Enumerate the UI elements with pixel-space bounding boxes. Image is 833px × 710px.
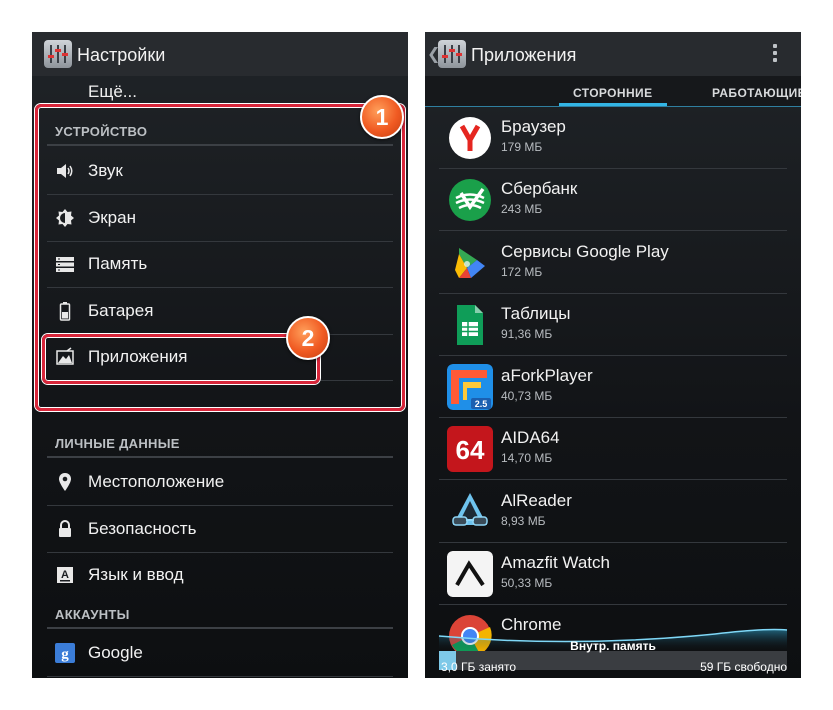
settings-item-label: Местоположение <box>88 472 225 491</box>
app-size: 50,33 МБ <box>501 576 553 590</box>
section-divider <box>47 627 393 629</box>
svg-text:g: g <box>61 647 69 663</box>
apps-action-bar: ❮ Приложения <box>425 32 801 76</box>
more-settings-item[interactable]: Ещё... <box>88 82 137 102</box>
settings-title: Настройки <box>77 45 166 65</box>
highlight-apps-item <box>42 334 320 384</box>
app-row-aforkplayer[interactable]: 2.5 aForkPlayer 40,73 МБ <box>439 356 787 418</box>
yandex-browser-icon <box>449 117 491 159</box>
callout-1: 1 <box>360 95 404 139</box>
app-name: Сбербанк <box>501 179 578 198</box>
storage-title: Внутр. память <box>570 639 656 653</box>
section-header-accounts: АККАУНТЫ <box>55 607 130 622</box>
svg-text:2.5: 2.5 <box>475 399 488 409</box>
apps-title: Приложения <box>471 45 577 65</box>
app-name: Браузер <box>501 117 566 136</box>
app-size: 172 МБ <box>501 265 543 279</box>
svg-text:A: A <box>61 569 69 581</box>
sberbank-icon <box>449 179 491 221</box>
app-name: AIDA64 <box>501 428 560 447</box>
app-row-sheets[interactable]: Таблицы 91,36 МБ <box>439 294 787 356</box>
settings-item-label: Google <box>88 643 143 662</box>
app-row-sberbank[interactable]: Сбербанк 243 МБ <box>439 169 787 231</box>
settings-item-language-input[interactable]: A Язык и ввод <box>47 552 393 598</box>
aida64-icon: 64 <box>447 426 493 472</box>
app-size: 91,36 МБ <box>501 327 553 341</box>
app-size: 40,73 МБ <box>501 389 553 403</box>
settings-app-icon[interactable] <box>438 40 466 68</box>
app-size: 8,93 МБ <box>501 514 546 528</box>
settings-item-security[interactable]: Безопасность <box>47 506 393 552</box>
google-play-services-icon <box>455 248 485 278</box>
app-size: 14,70 МБ <box>501 451 553 465</box>
google-sheets-icon <box>457 305 483 345</box>
row-divider <box>439 479 787 480</box>
app-row-aida64[interactable]: 64 AIDA64 14,70 МБ <box>439 418 787 480</box>
settings-item-label: Язык и ввод <box>88 565 184 584</box>
apps-tab-bar: СТОРОННИЕ РАБОТАЮЩИЕ <box>425 76 801 106</box>
google-icon: g <box>55 643 75 663</box>
item-divider <box>47 676 393 677</box>
app-size: 243 МБ <box>501 202 543 216</box>
tab-downloaded[interactable]: СТОРОННИЕ <box>573 86 652 100</box>
storage-summary: Внутр. память 3,0 ГБ занято 59 ГБ свобод… <box>425 626 801 678</box>
storage-used-label: 3,0 ГБ занято <box>441 660 517 674</box>
settings-item-label: Безопасность <box>88 519 197 538</box>
callout-2: 2 <box>286 316 330 360</box>
app-name: aForkPlayer <box>501 366 593 385</box>
svg-text:64: 64 <box>456 435 485 465</box>
settings-app-icon[interactable] <box>44 40 72 68</box>
app-name: Amazfit Watch <box>501 553 610 572</box>
settings-action-bar: Настройки <box>32 32 408 76</box>
lock-icon <box>59 520 71 537</box>
keyboard-icon: A <box>57 567 73 583</box>
settings-item-google[interactable]: g Google <box>47 630 393 676</box>
app-name: AlReader <box>501 491 572 510</box>
location-pin-icon <box>59 473 71 491</box>
aforkplayer-icon: 2.5 <box>447 364 493 410</box>
app-row-amazfit-watch[interactable]: Amazfit Watch 50,33 МБ <box>439 543 787 605</box>
tab-running[interactable]: РАБОТАЮЩИЕ <box>712 86 801 100</box>
overflow-menu-icon[interactable] <box>773 44 778 66</box>
storage-free-label: 59 ГБ свободно <box>700 660 787 674</box>
app-name: Таблицы <box>501 304 571 323</box>
app-name: Сервисы Google Play <box>501 242 669 261</box>
app-row-alreader[interactable]: AlReader 8,93 МБ <box>439 481 787 543</box>
alreader-icon <box>452 493 488 526</box>
settings-item-location[interactable]: Местоположение <box>47 459 393 505</box>
row-divider <box>439 230 787 231</box>
section-header-personal: ЛИЧНЫЕ ДАННЫЕ <box>55 436 180 451</box>
app-row-google-play-services[interactable]: Сервисы Google Play 172 МБ <box>439 232 787 294</box>
amazfit-icon <box>447 551 493 597</box>
app-row-browser[interactable]: Браузер 179 МБ <box>439 107 787 169</box>
app-size: 179 МБ <box>501 140 543 154</box>
apps-screen: ❮ Приложения СТОРОННИЕ РАБОТАЮЩИЕ Браузе… <box>425 32 801 678</box>
section-divider <box>47 456 393 458</box>
